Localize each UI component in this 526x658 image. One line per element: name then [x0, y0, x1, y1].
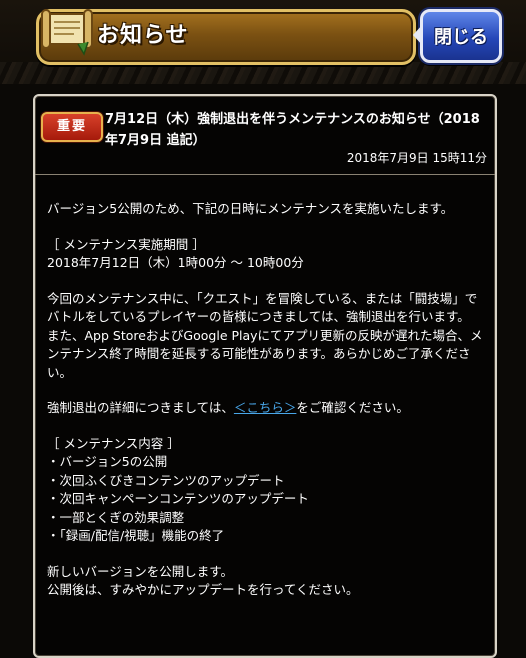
period-heading: ［ メンテナンス実施期間 ］: [47, 236, 205, 252]
close-button[interactable]: 閉じる: [413, 9, 502, 63]
detail-suffix: をご確認ください。: [296, 400, 409, 415]
notice-body: バージョン5公開のため、下記の日時にメンテナンスを実施いたします。 ［ メンテナ…: [47, 200, 485, 617]
list-item: ・バージョン5の公開: [47, 454, 168, 469]
close-button-arrow: [413, 24, 423, 46]
list-item: ・次回キャンペーンコンテンツのアップデート: [47, 491, 309, 506]
period-section: ［ メンテナンス実施期間 ］ 2018年7月12日（木）1時00分 ～ 10時0…: [47, 236, 485, 273]
list-item: ・「録画/配信/視聴」機能の終了: [47, 528, 225, 543]
detail-link[interactable]: ＜こちら＞: [234, 400, 297, 415]
closing-text-2: 公開後は、すみやかにアップデートを行ってください。: [47, 582, 359, 597]
notice-date: 2018年7月9日 15時11分: [346, 151, 487, 165]
intro-text: バージョン5公開のため、下記の日時にメンテナンスを実施いたします。: [47, 201, 454, 216]
detail-line: 強制退出の詳細につきましては、＜こちら＞をご確認ください。: [47, 399, 485, 418]
closing-section: 新しいバージョンを公開します。 公開後は、すみやかにアップデートを行ってください…: [47, 563, 485, 600]
important-badge: 重要: [41, 112, 103, 142]
notice-panel: 重要 7月12日（木）強制退出を伴うメンテナンスのお知らせ（2018年7月9日 …: [33, 94, 497, 658]
contents-heading: ［ メンテナンス内容 ］: [47, 435, 180, 451]
divider: [35, 174, 495, 175]
notice-title: 7月12日（木）強制退出を伴うメンテナンスのお知らせ（2018年7月9日 追記）: [105, 112, 480, 148]
header-bar: お知らせ 閉じる: [0, 0, 526, 84]
contents-section: ［ メンテナンス内容 ］ ・バージョン5の公開 ・次回ふくびきコンテンツのアップ…: [47, 435, 485, 546]
warning-text-1: 今回のメンテナンス中に、「クエスト」を冒険している、または「闘技場」でバトルをし…: [47, 290, 478, 325]
detail-prefix: 強制退出の詳細につきましては、: [47, 400, 234, 415]
scroll-icon: [41, 9, 93, 56]
period-value: 2018年7月12日（木）1時00分 ～ 10時00分: [47, 255, 304, 270]
list-item: ・次回ふくびきコンテンツのアップデート: [47, 472, 285, 488]
closing-text-1: 新しいバージョンを公開します。: [47, 563, 234, 579]
warning-section: 今回のメンテナンス中に、「クエスト」を冒険している、または「闘技場」でバトルをし…: [47, 290, 485, 383]
close-button-label: 閉じる: [434, 27, 488, 48]
list-item: ・一部とくぎの効果調整: [47, 509, 185, 525]
page-title: お知らせ: [97, 23, 189, 48]
warning-text-2: また、App StoreおよびGoogle Playにてアプリ更新の反映が遅れた…: [47, 327, 483, 380]
